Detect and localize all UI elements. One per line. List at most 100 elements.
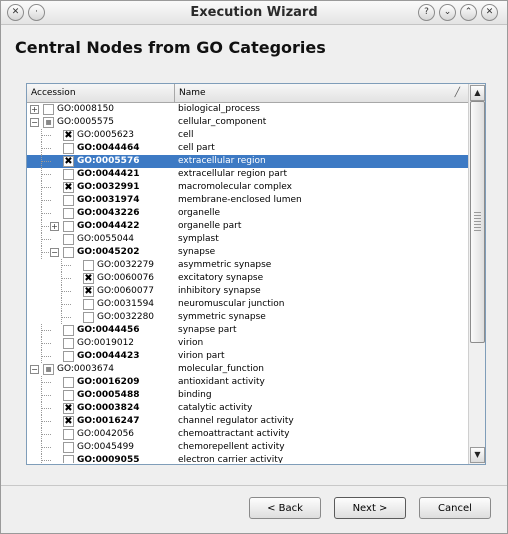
help-button[interactable]: ? bbox=[418, 4, 435, 21]
row-accession: GO:0055044 bbox=[77, 234, 135, 244]
row-accession: GO:0032280 bbox=[97, 312, 155, 322]
scroll-down-button[interactable]: ▼ bbox=[470, 447, 485, 463]
tree-row[interactable]: GO:0045499 chemorepellent activity bbox=[27, 441, 468, 454]
cancel-button[interactable]: Cancel bbox=[419, 497, 491, 519]
tree-row[interactable]: ✖ GO:0016247 channel regulator activity bbox=[27, 415, 468, 428]
tree-row[interactable]: GO:0016209 antioxidant activity bbox=[27, 376, 468, 389]
collapse-icon[interactable]: − bbox=[30, 118, 39, 127]
row-checkbox[interactable] bbox=[63, 377, 74, 388]
tree-row[interactable]: GO:0032280 symmetric synapse bbox=[27, 311, 468, 324]
row-checkbox[interactable]: ▪ bbox=[43, 117, 54, 128]
back-button[interactable]: < Back bbox=[249, 497, 321, 519]
tree-row[interactable]: ✖ GO:0060076 excitatory synapse bbox=[27, 272, 468, 285]
tree-row[interactable]: GO:0009055 electron carrier activity bbox=[27, 454, 468, 463]
column-header-name[interactable]: Name ╱ bbox=[175, 84, 468, 102]
row-checkbox[interactable] bbox=[63, 195, 74, 206]
tree-row[interactable]: ✖ GO:0005623 cell bbox=[27, 129, 468, 142]
next-button[interactable]: Next > bbox=[334, 497, 406, 519]
tree-row[interactable]: ✖ GO:0003824 catalytic activity bbox=[27, 402, 468, 415]
tree-row[interactable]: GO:0031974 membrane-enclosed lumen bbox=[27, 194, 468, 207]
tree-connector-line bbox=[41, 415, 42, 428]
tree-connector-line bbox=[41, 213, 51, 214]
tree-row[interactable]: GO:0031594 neuromuscular junction bbox=[27, 298, 468, 311]
row-accession: GO:0005576 bbox=[77, 156, 140, 166]
tree-row[interactable]: GO:0055044 symplast bbox=[27, 233, 468, 246]
tree-connector-line bbox=[41, 155, 42, 168]
go-category-tree[interactable]: Accession Name ╱ + GO:0008150 biological_p… bbox=[26, 83, 486, 465]
row-checkbox[interactable] bbox=[63, 429, 74, 440]
row-checkbox[interactable] bbox=[63, 221, 74, 232]
tree-row[interactable]: GO:0005488 binding bbox=[27, 389, 468, 402]
row-checkbox[interactable] bbox=[43, 104, 54, 115]
tree-connector-line bbox=[41, 350, 42, 363]
minimize-button[interactable]: ⌄ bbox=[439, 4, 456, 21]
tree-row[interactable]: GO:0044464 cell part bbox=[27, 142, 468, 155]
row-checkbox[interactable] bbox=[63, 390, 74, 401]
column-header-accession[interactable]: Accession bbox=[27, 84, 175, 102]
execution-wizard-window: ✕ · Execution Wizard ? ⌄ ⌃ ✕ Central Nod… bbox=[0, 0, 508, 534]
row-checkbox[interactable]: ✖ bbox=[83, 286, 94, 297]
tree-connector-line bbox=[61, 291, 71, 292]
row-checkbox[interactable]: ✖ bbox=[63, 182, 74, 193]
maximize-button[interactable]: ⌃ bbox=[460, 4, 477, 21]
row-name: synapse bbox=[178, 247, 216, 257]
tree-row[interactable]: − ▪ GO:0005575 cellular_component bbox=[27, 116, 468, 129]
tree-row[interactable]: ✖ GO:0060077 inhibitory synapse bbox=[27, 285, 468, 298]
tree-row[interactable]: GO:0044456 synapse part bbox=[27, 324, 468, 337]
tree-connector-line bbox=[41, 447, 51, 448]
tree-row[interactable]: + GO:0044422 organelle part bbox=[27, 220, 468, 233]
row-checkbox[interactable]: ✖ bbox=[83, 273, 94, 284]
row-checkbox[interactable] bbox=[83, 260, 94, 271]
row-checkbox[interactable] bbox=[63, 143, 74, 154]
row-name: extracellular region part bbox=[178, 169, 287, 179]
tree-row[interactable]: GO:0042056 chemoattractant activity bbox=[27, 428, 468, 441]
tree-connector-line bbox=[41, 441, 42, 454]
collapse-icon[interactable]: − bbox=[30, 365, 39, 374]
row-name: virion bbox=[178, 338, 204, 348]
row-checkbox[interactable]: ▪ bbox=[43, 364, 54, 375]
row-checkbox[interactable]: ✖ bbox=[63, 156, 74, 167]
row-checkbox[interactable] bbox=[63, 455, 74, 463]
row-checkbox[interactable] bbox=[63, 325, 74, 336]
row-checkbox[interactable] bbox=[63, 208, 74, 219]
tree-row[interactable]: − ▪ GO:0003674 molecular_function bbox=[27, 363, 468, 376]
tree-row[interactable]: GO:0019012 virion bbox=[27, 337, 468, 350]
tree-row[interactable]: GO:0044421 extracellular region part bbox=[27, 168, 468, 181]
tree-connector-line bbox=[61, 304, 71, 305]
row-checkbox[interactable]: ✖ bbox=[63, 403, 74, 414]
row-checkbox[interactable] bbox=[63, 247, 74, 258]
row-accession: GO:0060077 bbox=[97, 286, 155, 296]
row-checkbox[interactable] bbox=[63, 234, 74, 245]
row-name: asymmetric synapse bbox=[178, 260, 272, 270]
row-checkbox[interactable] bbox=[83, 312, 94, 323]
scroll-up-button[interactable]: ▲ bbox=[470, 85, 485, 101]
collapse-icon[interactable]: − bbox=[50, 248, 59, 257]
row-checkbox[interactable]: ✖ bbox=[63, 130, 74, 141]
row-checkbox[interactable] bbox=[63, 169, 74, 180]
tree-connector-line bbox=[41, 324, 42, 337]
tree-row[interactable]: ✖ GO:0032991 macromolecular complex bbox=[27, 181, 468, 194]
row-accession: GO:0045499 bbox=[77, 442, 135, 452]
tree-row[interactable]: GO:0043226 organelle bbox=[27, 207, 468, 220]
expand-icon[interactable]: + bbox=[30, 105, 39, 114]
scrollbar-thumb[interactable] bbox=[470, 101, 485, 343]
row-checkbox[interactable] bbox=[63, 442, 74, 453]
tree-row[interactable]: ✖ GO:0005576 extracellular region bbox=[27, 155, 468, 168]
tree-row[interactable]: GO:0032279 asymmetric synapse bbox=[27, 259, 468, 272]
vertical-scrollbar[interactable]: ▲ ▼ bbox=[468, 84, 485, 464]
row-checkbox[interactable] bbox=[63, 351, 74, 362]
tree-connector-line bbox=[41, 220, 42, 233]
tree-row[interactable]: − GO:0045202 synapse bbox=[27, 246, 468, 259]
tree-connector-line bbox=[61, 259, 62, 272]
tree-row[interactable]: + GO:0008150 biological_process bbox=[27, 103, 468, 116]
row-checkbox[interactable] bbox=[83, 299, 94, 310]
tree-connector-line bbox=[61, 285, 62, 298]
close-button[interactable]: ✕ bbox=[481, 4, 498, 21]
row-checkbox[interactable] bbox=[63, 338, 74, 349]
tree-connector-line bbox=[41, 428, 42, 441]
row-checkbox[interactable]: ✖ bbox=[63, 416, 74, 427]
row-name: cellular_component bbox=[178, 117, 267, 127]
expand-icon[interactable]: + bbox=[50, 222, 59, 231]
tree-row[interactable]: GO:0044423 virion part bbox=[27, 350, 468, 363]
row-name: molecular_function bbox=[178, 364, 264, 374]
